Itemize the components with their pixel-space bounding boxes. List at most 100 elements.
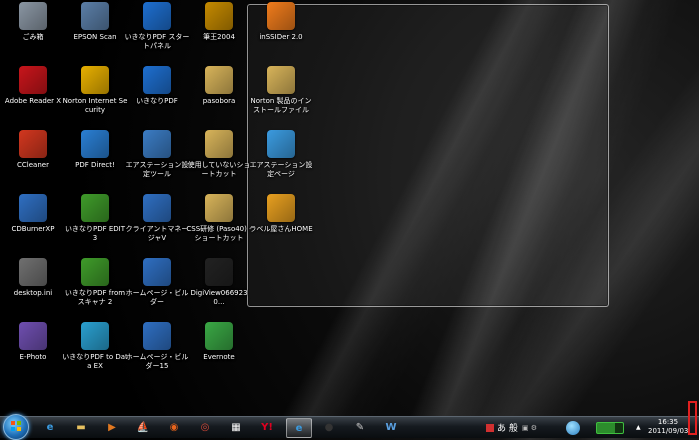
desktop-icon-label: CCleaner [17,161,49,169]
desktop-icon-label: DigiView0669230... [190,289,248,306]
desktop-icon[interactable]: Norton 製品のインストールファイル [248,66,314,115]
ime-tools-icon[interactable]: ▣ ⚙ [522,424,537,432]
taskbar-button[interactable]: ⛵ [131,418,155,436]
desktop-icon[interactable]: desktop.ini [0,258,66,298]
desktop-icon[interactable]: CSS研修 (Paso40) - ショートカット [186,194,252,243]
desktop-icon-label: PDF Direct! [75,161,115,169]
desktop-icon[interactable]: ラベル屋さんHOME [248,194,314,234]
desktop-icon-label: E-Photo [19,353,47,361]
desktop-icon-label: 使用していないショートカット [187,161,251,178]
pdf-scanner-icon [81,258,109,286]
desktop-icon[interactable]: PDF Direct! [62,130,128,170]
folder-icon [205,130,233,158]
battery-tray[interactable] [596,417,624,438]
taskbar-button[interactable]: ◎ [193,418,217,436]
desktop-icon[interactable]: CDBurnerXP [0,194,66,234]
desktop-icon-label: Norton 製品のインストールファイル [250,97,312,114]
network-globe-icon[interactable] [566,420,580,435]
desktop-icon-label: いきなりPDF EDIT 3 [64,225,126,242]
homepage-builder-icon [143,258,171,286]
tray-arrow-icon[interactable]: ▲ [636,424,641,431]
client-manager-icon [143,194,171,222]
ime-mode-label[interactable]: あ 般 [497,421,518,434]
start-button[interactable] [3,414,29,440]
airstation-tool-icon [143,130,171,158]
desktop-icon[interactable]: ホームページ・ビルダー [124,258,190,307]
desktop-icon-label: EPSON Scan [73,33,117,41]
desktop-icon[interactable]: 筆王2004 [186,2,252,42]
pdf-start-panel-icon [143,2,171,30]
desktop-icon-label: いきなりPDF from スキャナ 2 [64,289,126,306]
taskbar-button[interactable]: W [379,418,403,436]
homepage-builder-icon: W [385,421,397,433]
desktop-icon-label: いきなりPDF スタートパネル [124,33,190,50]
desktop-icon[interactable]: Norton Internet Security [62,66,128,115]
desktop-icon[interactable]: 使用していないショートカット [186,130,252,179]
desktop-icon[interactable]: いきなりPDF to Data EX [62,322,128,371]
norton-icon [81,66,109,94]
ie-page-icon: e [295,422,303,434]
desktop-icon[interactable]: エアステーション設定ツール [124,130,190,179]
taskbar-button[interactable]: ● [317,418,341,436]
file-icon [19,258,47,286]
show-desktop-button[interactable] [688,401,697,435]
folder-icon [205,66,233,94]
desktop-icon[interactable]: いきなりPDF [124,66,190,106]
ikinari-pdf-icon [143,66,171,94]
ccleaner-icon [19,130,47,158]
desktop-icon[interactable]: クライアントマネージャV [124,194,190,243]
ship-app-icon: ⛵ [136,421,150,433]
desktop-icon[interactable]: Adobe Reader X [0,66,66,106]
desktop-icon-label: ホームページ・ビルダー15 [125,353,189,370]
ime-bar[interactable]: あ 般 ▣ ⚙ [486,417,537,438]
desktop-icon[interactable]: EPSON Scan [62,2,128,42]
desktop-icon[interactable]: ごみ箱 [0,2,66,42]
taskbar-button[interactable]: ✎ [348,418,372,436]
yahoo-icon: Y! [261,421,273,433]
desktop-icon[interactable]: pasobora [186,66,252,106]
taskbar-button[interactable]: ◉ [162,418,186,436]
taskbar-button[interactable]: ▬ [69,418,93,436]
taskbar-button[interactable]: e [38,418,62,436]
desktop-icon-label: pasobora [202,97,236,105]
desktop-icon[interactable]: エアステーション設定ページ [248,130,314,179]
pdf-direct-icon [81,130,109,158]
paint-icon: ✎ [355,421,365,433]
dark-disc-icon: ● [324,421,334,433]
desktop-icon[interactable]: Evernote [186,322,252,362]
clock[interactable]: 16:35 2011/09/03 [648,418,688,436]
tray-overflow[interactable]: ▲ [636,417,641,438]
desktop-icon[interactable]: いきなりPDF from スキャナ 2 [62,258,128,307]
scanner-icon [81,2,109,30]
taskbar-button[interactable]: e [286,418,312,438]
desktop-icon[interactable]: CCleaner [0,130,66,170]
ie-page-icon [267,130,295,158]
explorer-folder-icon: ▬ [76,421,86,433]
network-tray[interactable] [566,417,580,438]
pdf-data-ex-icon [81,322,109,350]
desktop-icon[interactable]: いきなりPDF EDIT 3 [62,194,128,243]
desktop-icon-label: Evernote [203,353,235,361]
taskbar-button[interactable]: Y! [255,418,279,436]
cdburner-icon [19,194,47,222]
desktop-icon-label: いきなりPDF to Data EX [62,353,128,370]
desktop[interactable]: ごみ箱 EPSON Scan いきなりPDF スタートパネル 筆王2004 inSSID… [0,0,699,416]
desktop-icon[interactable]: ホームページ・ビルダー15 [124,322,190,371]
battery-icon[interactable] [596,421,624,434]
desktop-icon-label: ラベル屋さんHOME [249,225,313,233]
adobe-reader-icon [19,66,47,94]
desktop-icon-label: Norton Internet Security [62,97,128,114]
taskbar-button[interactable]: ▦ [224,418,248,436]
desktop-icon-label: 筆王2004 [203,33,235,41]
ime-icon[interactable] [486,423,494,432]
clock-time: 16:35 [657,418,679,426]
desktop-icon-label: ホームページ・ビルダー [125,289,189,306]
inssider-icon [267,2,295,30]
chrome-icon: ◎ [200,421,210,433]
desktop-icon[interactable]: DigiView0669230... [186,258,252,307]
desktop-icon[interactable]: E-Photo [0,322,66,362]
taskbar-button[interactable]: ▶ [100,418,124,436]
desktop-icon[interactable]: inSSIDer 2.0 [248,2,314,42]
desktop-icon[interactable]: いきなりPDF スタートパネル [124,2,190,51]
desktop-icon-label: inSSIDer 2.0 [259,33,303,41]
